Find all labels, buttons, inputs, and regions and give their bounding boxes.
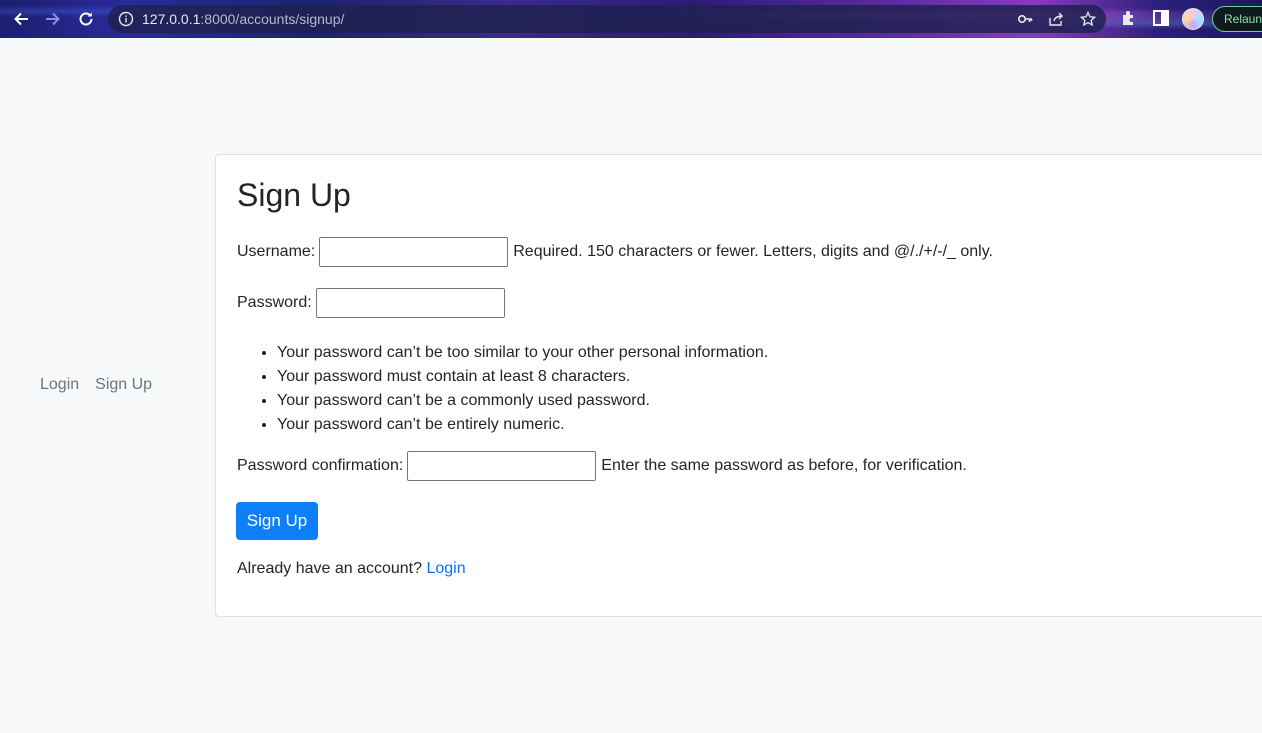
address-bar[interactable]: 127.0.0.1:8000/accounts/signup/ (108, 5, 1106, 33)
login-prompt-text: Already have an account? (237, 560, 423, 577)
url-path: :8000/accounts/signup/ (200, 11, 345, 27)
nav-signup-link[interactable]: Sign Up (95, 376, 152, 394)
nav-login-link[interactable]: Login (40, 376, 79, 394)
username-input[interactable] (319, 237, 509, 267)
forward-arrow-icon[interactable] (42, 8, 64, 30)
url-host: 127.0.0.1 (142, 11, 201, 27)
password-rules-list: Your password can’t be too similar to yo… (277, 341, 768, 437)
reload-icon[interactable] (75, 8, 97, 30)
side-nav: Login Sign Up (40, 376, 152, 394)
extensions-puzzle-icon[interactable] (1120, 9, 1138, 32)
back-arrow-icon[interactable] (10, 8, 32, 30)
password-rule: Your password can’t be too similar to yo… (277, 341, 768, 365)
password-confirmation-help-text: Enter the same password as before, for v… (601, 457, 967, 474)
password-rule: Your password can’t be a commonly used p… (277, 389, 768, 413)
password-confirmation-row: Password confirmation: Enter the same pa… (237, 451, 967, 481)
password-rule: Your password can’t be entirely numeric. (277, 413, 768, 437)
password-rule: Your password must contain at least 8 ch… (277, 365, 768, 389)
login-link[interactable]: Login (426, 560, 465, 577)
key-icon[interactable] (1017, 11, 1033, 32)
signup-submit-button[interactable]: Sign Up (236, 502, 318, 540)
side-panel-icon[interactable] (1152, 9, 1170, 32)
relaunch-button[interactable]: Relaunch (1212, 6, 1262, 32)
password-input[interactable] (315, 288, 505, 318)
password-label: Password: (237, 294, 312, 311)
login-prompt: Already have an account? Login (237, 560, 466, 578)
password-confirmation-input[interactable] (407, 451, 597, 481)
username-help-text: Required. 150 characters or fewer. Lette… (513, 243, 993, 260)
url-text: 127.0.0.1:8000/accounts/signup/ (142, 11, 344, 27)
password-confirmation-label: Password confirmation: (237, 457, 404, 474)
bookmark-star-icon[interactable] (1079, 10, 1097, 32)
profile-avatar[interactable] (1182, 8, 1204, 30)
page-title: Sign Up (237, 177, 351, 213)
share-icon[interactable] (1048, 11, 1064, 32)
password-row: Password: (237, 288, 510, 318)
browser-toolbar: 127.0.0.1:8000/accounts/signup/ Relaunch (0, 0, 1262, 38)
signup-card: Sign Up Username: Required. 150 characte… (215, 154, 1262, 617)
site-info-icon[interactable] (118, 11, 134, 32)
username-row: Username: Required. 150 characters or fe… (237, 237, 993, 267)
username-label: Username: (237, 243, 316, 260)
